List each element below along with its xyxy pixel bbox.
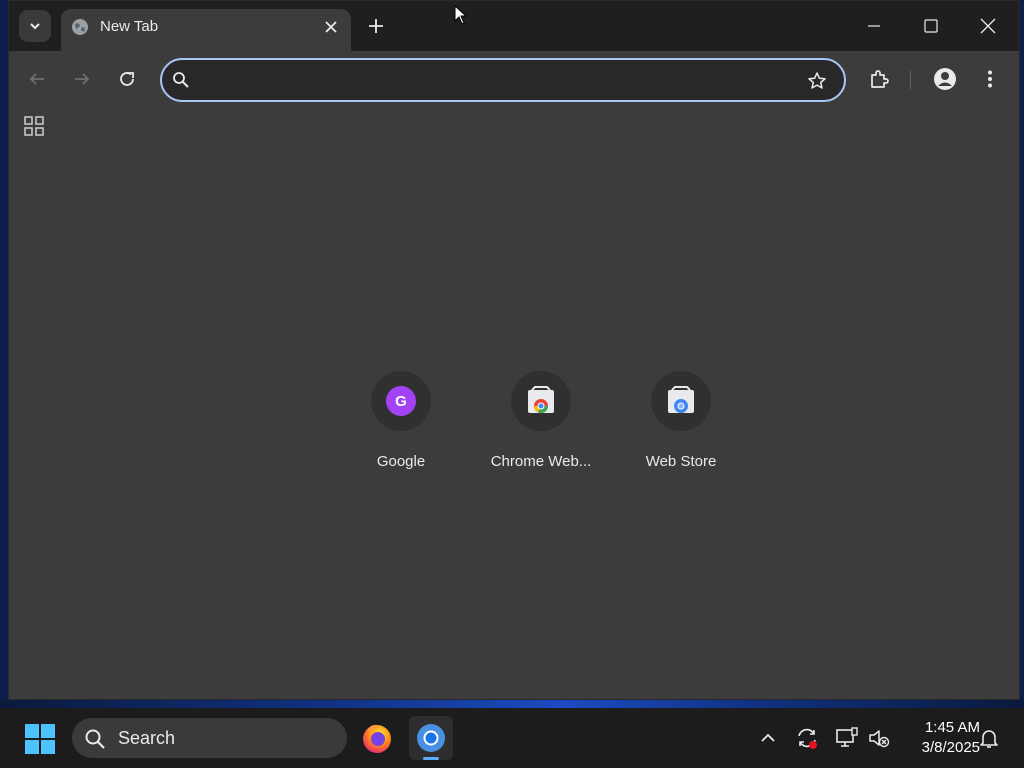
tray-sync-button[interactable] — [795, 726, 819, 750]
web-store-icon — [668, 386, 694, 413]
browser-window: New Tab G Google Chrome Web... Web Store — [8, 0, 1020, 700]
close-window-button[interactable] — [973, 11, 1003, 41]
clock-date: 3/8/2025 — [921, 739, 980, 756]
sync-icon — [798, 728, 817, 749]
title-bar: New Tab — [9, 1, 1019, 51]
toolbar — [9, 51, 1019, 107]
minimize-icon — [868, 25, 880, 27]
tab-new-tab[interactable]: New Tab — [61, 9, 351, 51]
plus-icon — [369, 19, 383, 33]
tray-network-button[interactable] — [835, 726, 859, 750]
toolbar-divider — [910, 71, 911, 89]
bookmark-button[interactable] — [804, 68, 830, 94]
arrow-left-icon — [29, 73, 44, 85]
bell-icon — [980, 730, 998, 748]
desktop-wallpaper — [0, 700, 1024, 708]
reload-button[interactable] — [113, 65, 141, 93]
menu-button[interactable] — [976, 65, 1004, 93]
apps-grid-icon[interactable] — [23, 115, 45, 137]
taskbar-clock[interactable]: 1:45 AM 3/8/2025 — [900, 718, 980, 758]
person-icon — [934, 68, 956, 90]
shortcut-icon-container — [511, 371, 571, 431]
arrow-right-icon — [75, 73, 90, 85]
show-hidden-icons-button[interactable] — [756, 726, 780, 750]
chevron-up-icon — [761, 733, 775, 742]
google-letter-icon: G — [386, 386, 416, 416]
notifications-button[interactable] — [977, 726, 1001, 750]
search-icon — [173, 72, 189, 88]
minimize-button[interactable] — [859, 11, 889, 41]
tray-volume-button[interactable] — [867, 726, 891, 750]
search-icon — [85, 729, 105, 749]
windows-start-icon[interactable] — [24, 723, 56, 755]
maximize-icon — [924, 19, 938, 33]
shortcut-icon-container — [651, 371, 711, 431]
tab-search-button[interactable] — [19, 10, 51, 42]
volume-muted-icon — [869, 730, 890, 748]
shortcut-google[interactable]: G Google — [331, 371, 471, 470]
profile-button[interactable] — [931, 65, 959, 93]
close-icon — [980, 18, 996, 34]
taskbar-search[interactable]: Search — [72, 718, 347, 758]
firefox-icon — [363, 724, 391, 753]
chevron-down-icon — [30, 23, 40, 30]
extensions-button[interactable] — [865, 65, 893, 93]
close-icon — [325, 21, 337, 33]
shortcut-icon-container: G — [371, 371, 431, 431]
forward-button[interactable] — [68, 65, 96, 93]
puzzle-icon — [871, 70, 889, 88]
shortcuts-grid: G Google Chrome Web... Web Store — [331, 371, 751, 470]
chrome-web-store-icon — [528, 386, 554, 413]
clock-time: 1:45 AM — [924, 719, 980, 736]
new-tab-button[interactable] — [364, 14, 388, 38]
back-button[interactable] — [23, 65, 51, 93]
shortcut-label: Chrome Web... — [490, 453, 592, 470]
shortcut-label: Google — [376, 453, 426, 470]
star-icon — [808, 72, 826, 89]
address-input[interactable] — [200, 66, 790, 94]
taskbar-search-label: Search — [118, 728, 176, 748]
taskbar: Search 1:45 AM 3/8/2025 — [0, 708, 1024, 768]
shortcut-label: Web Store — [645, 453, 717, 470]
taskbar-app-firefox[interactable] — [355, 716, 399, 760]
shortcut-chrome-web-store[interactable]: Chrome Web... — [471, 371, 611, 470]
chrome-icon — [417, 724, 445, 752]
globe-icon — [72, 19, 88, 35]
maximize-button[interactable] — [916, 11, 946, 41]
taskbar-app-chrome[interactable] — [409, 716, 453, 760]
more-vert-icon — [988, 70, 992, 88]
tab-title: New Tab — [100, 18, 159, 35]
mouse-cursor-icon — [454, 5, 468, 25]
tab-close-button[interactable] — [319, 15, 343, 39]
active-app-indicator — [423, 757, 439, 760]
network-monitor-icon — [836, 727, 858, 747]
address-bar[interactable] — [160, 58, 846, 102]
reload-icon — [120, 72, 134, 86]
shortcut-web-store[interactable]: Web Store — [611, 371, 751, 470]
